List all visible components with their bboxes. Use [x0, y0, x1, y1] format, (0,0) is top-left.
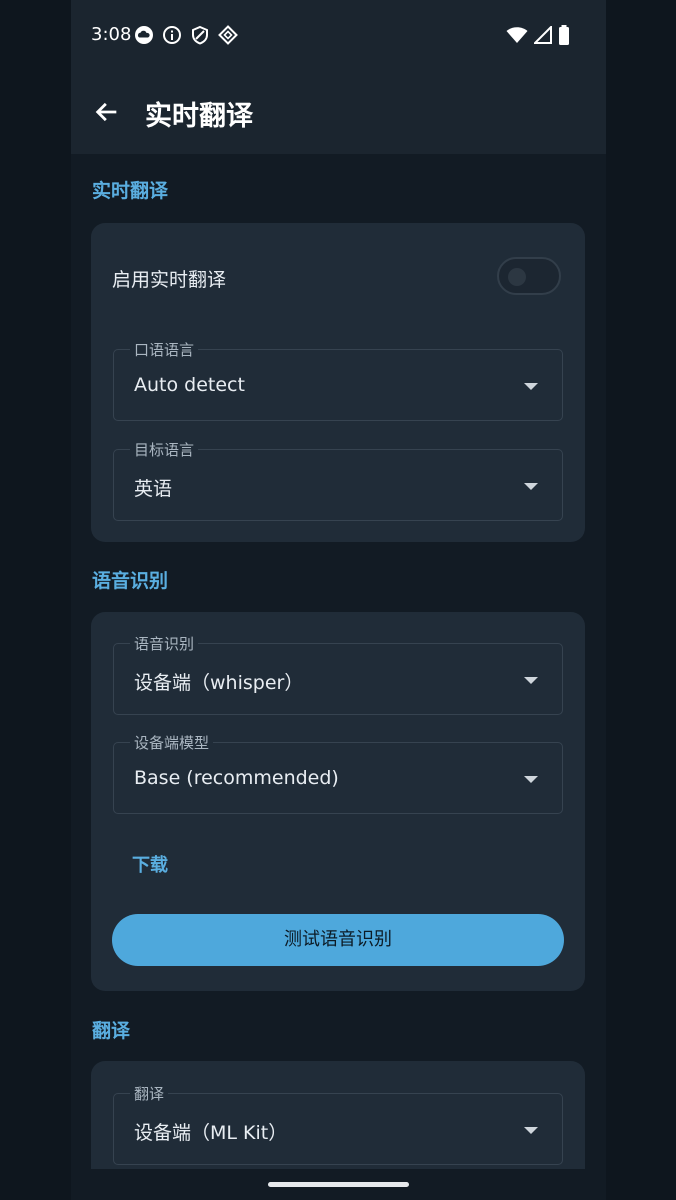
app-bar: 实时翻译: [71, 70, 606, 154]
download-link[interactable]: 下载: [132, 851, 168, 877]
live-translate-card: 启用实时翻译 口语语言 Auto detect 目标语言 英语: [91, 223, 585, 542]
status-bar: 3:08: [71, 0, 606, 70]
test-speech-recognition-button[interactable]: 测试语音识别: [112, 914, 564, 966]
info-icon: [163, 26, 181, 44]
speech-engine-label: 语音识别: [130, 633, 199, 654]
section-header-live-translate: 实时翻译: [92, 180, 169, 202]
translation-engine-value: 设备端（ML Kit）: [134, 1122, 288, 1144]
spoken-language-label: 口语语言: [130, 339, 199, 360]
toggle-knob: [508, 268, 526, 286]
device-model-value: Base (recommended): [134, 767, 339, 789]
chevron-down-icon: [524, 483, 538, 490]
cloud-icon: [135, 26, 153, 44]
speech-engine-dropdown[interactable]: 语音识别 设备端（whisper）: [113, 633, 563, 715]
speech-recognition-card: 语音识别 设备端（whisper） 设备端模型 Base (recommende…: [91, 612, 585, 991]
chevron-down-icon: [524, 776, 538, 783]
arrow-left-icon[interactable]: [93, 98, 121, 126]
translation-card: 翻译 设备端（ML Kit）: [91, 1061, 585, 1169]
device-model-label: 设备端模型: [130, 732, 214, 753]
chevron-down-icon: [524, 1127, 538, 1134]
target-language-label: 目标语言: [130, 439, 199, 460]
shield-icon: [192, 25, 208, 45]
chevron-down-icon: [524, 677, 538, 684]
chevron-down-icon: [524, 383, 538, 390]
wifi-icon: [506, 27, 528, 43]
signal-icon: [534, 26, 552, 44]
spoken-language-dropdown[interactable]: 口语语言 Auto detect: [113, 339, 563, 421]
page-title: 实时翻译: [145, 101, 253, 132]
section-header-translation: 翻译: [92, 1020, 131, 1042]
gesture-navigation-bar[interactable]: [268, 1182, 409, 1187]
target-language-dropdown[interactable]: 目标语言 英语: [113, 439, 563, 521]
enable-live-translate-label: 启用实时翻译: [112, 269, 227, 291]
battery-icon: [559, 25, 569, 45]
translation-engine-label: 翻译: [130, 1083, 169, 1104]
section-header-speech-recognition: 语音识别: [92, 570, 169, 592]
translation-engine-dropdown[interactable]: 翻译 设备端（ML Kit）: [113, 1083, 563, 1165]
vpn-diamond-icon: [218, 25, 238, 45]
status-time: 3:08: [91, 24, 132, 45]
device-model-dropdown[interactable]: 设备端模型 Base (recommended): [113, 732, 563, 814]
enable-live-translate-toggle[interactable]: [497, 257, 561, 295]
speech-engine-value: 设备端（whisper）: [134, 672, 304, 694]
spoken-language-value: Auto detect: [134, 374, 245, 396]
target-language-value: 英语: [134, 478, 173, 500]
